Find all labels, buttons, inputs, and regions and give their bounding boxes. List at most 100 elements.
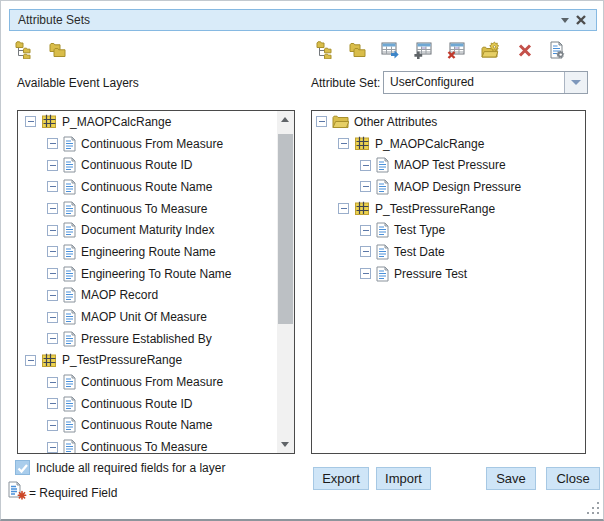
- field-doc-icon: [63, 439, 76, 453]
- collapse-toggle[interactable]: [47, 420, 58, 431]
- save-button[interactable]: Save: [486, 467, 536, 490]
- layer-tree-icon[interactable]: [316, 41, 334, 59]
- tree-item[interactable]: MAOP Design Pressure: [312, 176, 585, 198]
- collapse-toggle[interactable]: [360, 246, 371, 257]
- tree-item[interactable]: Continuous From Measure: [18, 371, 277, 393]
- table-export-icon[interactable]: [381, 41, 399, 59]
- tree-item[interactable]: Other Attributes: [312, 111, 585, 133]
- tree-item-label[interactable]: MAOP Record: [81, 288, 158, 302]
- tree-item-label[interactable]: Engineering To Route Name: [81, 267, 232, 281]
- tree-item[interactable]: P_MAOPCalcRange: [18, 111, 277, 133]
- export-button[interactable]: Export: [313, 467, 369, 490]
- tree-item-label[interactable]: Test Type: [394, 223, 445, 237]
- scroll-up-icon[interactable]: [281, 117, 289, 122]
- tree-item-label[interactable]: Pressure Test: [394, 267, 467, 281]
- folder-new-icon[interactable]: [481, 41, 499, 59]
- tree-item-label[interactable]: Continuous Route ID: [81, 158, 192, 172]
- tree-item-label[interactable]: P_MAOPCalcRange: [375, 137, 484, 151]
- scroll-down-icon[interactable]: [281, 442, 289, 447]
- collapse-toggle[interactable]: [25, 355, 36, 366]
- tree-item[interactable]: Document Maturity Index: [18, 219, 277, 241]
- tree-item[interactable]: Engineering Route Name: [18, 241, 277, 263]
- collapse-toggle[interactable]: [47, 203, 58, 214]
- tree-item-label[interactable]: Test Date: [394, 245, 445, 259]
- tree-item-label[interactable]: MAOP Test Pressure: [394, 158, 506, 172]
- tree-item-label[interactable]: Continuous To Measure: [81, 202, 208, 216]
- tree-item-label[interactable]: Continuous From Measure: [81, 375, 223, 389]
- tree-item[interactable]: Continuous To Measure: [18, 436, 277, 453]
- collapse-toggle[interactable]: [47, 398, 58, 409]
- resize-grip[interactable]: [587, 502, 600, 515]
- tree-item-label[interactable]: Other Attributes: [354, 115, 437, 129]
- tree-item-label[interactable]: Continuous From Measure: [81, 137, 223, 151]
- tree-item[interactable]: Continuous From Measure: [18, 133, 277, 155]
- collapse-toggle[interactable]: [47, 268, 58, 279]
- tree-item[interactable]: MAOP Unit Of Measure: [18, 306, 277, 328]
- tree-item[interactable]: Continuous To Measure: [18, 198, 277, 220]
- close-button[interactable]: Close: [546, 467, 600, 490]
- tree-item[interactable]: Test Type: [312, 219, 585, 241]
- tree-item-label[interactable]: P_MAOPCalcRange: [62, 115, 171, 129]
- tree-item[interactable]: Continuous Route ID: [18, 393, 277, 415]
- close-icon[interactable]: [574, 13, 588, 27]
- tree-item-label[interactable]: Pressure Established By: [81, 332, 212, 346]
- collapse-toggle[interactable]: [47, 377, 58, 388]
- tree-item[interactable]: P_MAOPCalcRange: [312, 133, 585, 155]
- collapse-toggle[interactable]: [338, 203, 349, 214]
- scrollbar-thumb[interactable]: [278, 134, 293, 324]
- tree-item-label[interactable]: Document Maturity Index: [81, 223, 214, 237]
- combobox-dropdown-button[interactable]: [564, 72, 587, 93]
- attribute-set-combobox[interactable]: UserConfigured: [383, 71, 588, 94]
- tree-item[interactable]: MAOP Record: [18, 285, 277, 307]
- collapse-toggle[interactable]: [47, 225, 58, 236]
- collapse-toggle[interactable]: [338, 138, 349, 149]
- collapse-toggle[interactable]: [47, 246, 58, 257]
- collapse-toggle[interactable]: [25, 116, 36, 127]
- collapse-toggle[interactable]: [47, 442, 58, 453]
- tree-item[interactable]: MAOP Test Pressure: [312, 154, 585, 176]
- tree-item-label[interactable]: MAOP Design Pressure: [394, 180, 521, 194]
- tree-item-label[interactable]: Continuous Route Name: [81, 180, 212, 194]
- folders-icon[interactable]: [348, 41, 366, 59]
- tree-item[interactable]: Continuous Route Name: [18, 415, 277, 437]
- include-required-fields-checkbox[interactable]: [15, 460, 30, 475]
- tree-item-label[interactable]: Continuous To Measure: [81, 440, 208, 453]
- titlebar[interactable]: Attribute Sets: [9, 9, 597, 31]
- tree-item-label[interactable]: Engineering Route Name: [81, 245, 216, 259]
- folders-icon[interactable]: [48, 41, 66, 59]
- doc-settings-icon[interactable]: [548, 41, 566, 59]
- tree-item[interactable]: P_TestPressureRange: [18, 350, 277, 372]
- left-panel-scrollbar[interactable]: [277, 111, 294, 453]
- tree-item[interactable]: P_TestPressureRange: [312, 198, 585, 220]
- tree-item-label[interactable]: P_TestPressureRange: [375, 202, 495, 216]
- tree-item[interactable]: Test Date: [312, 241, 585, 263]
- collapse-toggle[interactable]: [47, 333, 58, 344]
- available-event-layers-label: Available Event Layers: [17, 76, 139, 90]
- tree-item[interactable]: Engineering To Route Name: [18, 263, 277, 285]
- chevron-down-icon[interactable]: [561, 18, 569, 23]
- tree-item-label[interactable]: P_TestPressureRange: [62, 353, 182, 367]
- collapse-toggle[interactable]: [47, 312, 58, 323]
- field-doc-icon: [63, 287, 76, 303]
- table-delete-icon[interactable]: [447, 41, 465, 59]
- tree-item[interactable]: Continuous Route ID: [18, 154, 277, 176]
- tree-item-label[interactable]: MAOP Unit Of Measure: [81, 310, 207, 324]
- collapse-toggle[interactable]: [360, 181, 371, 192]
- table-add-icon[interactable]: [414, 41, 432, 59]
- tree-item[interactable]: Continuous Route Name: [18, 176, 277, 198]
- collapse-toggle[interactable]: [47, 290, 58, 301]
- import-button[interactable]: Import: [376, 467, 431, 490]
- collapse-toggle[interactable]: [47, 138, 58, 149]
- collapse-toggle[interactable]: [47, 181, 58, 192]
- layer-tree-icon[interactable]: [15, 41, 33, 59]
- collapse-toggle[interactable]: [360, 268, 371, 279]
- tree-item-label[interactable]: Continuous Route ID: [81, 397, 192, 411]
- collapse-toggle[interactable]: [316, 116, 327, 127]
- delete-x-icon[interactable]: [516, 41, 534, 59]
- collapse-toggle[interactable]: [360, 225, 371, 236]
- tree-item[interactable]: Pressure Established By: [18, 328, 277, 350]
- tree-item[interactable]: Pressure Test: [312, 263, 585, 285]
- collapse-toggle[interactable]: [47, 160, 58, 171]
- tree-item-label[interactable]: Continuous Route Name: [81, 418, 212, 432]
- collapse-toggle[interactable]: [360, 160, 371, 171]
